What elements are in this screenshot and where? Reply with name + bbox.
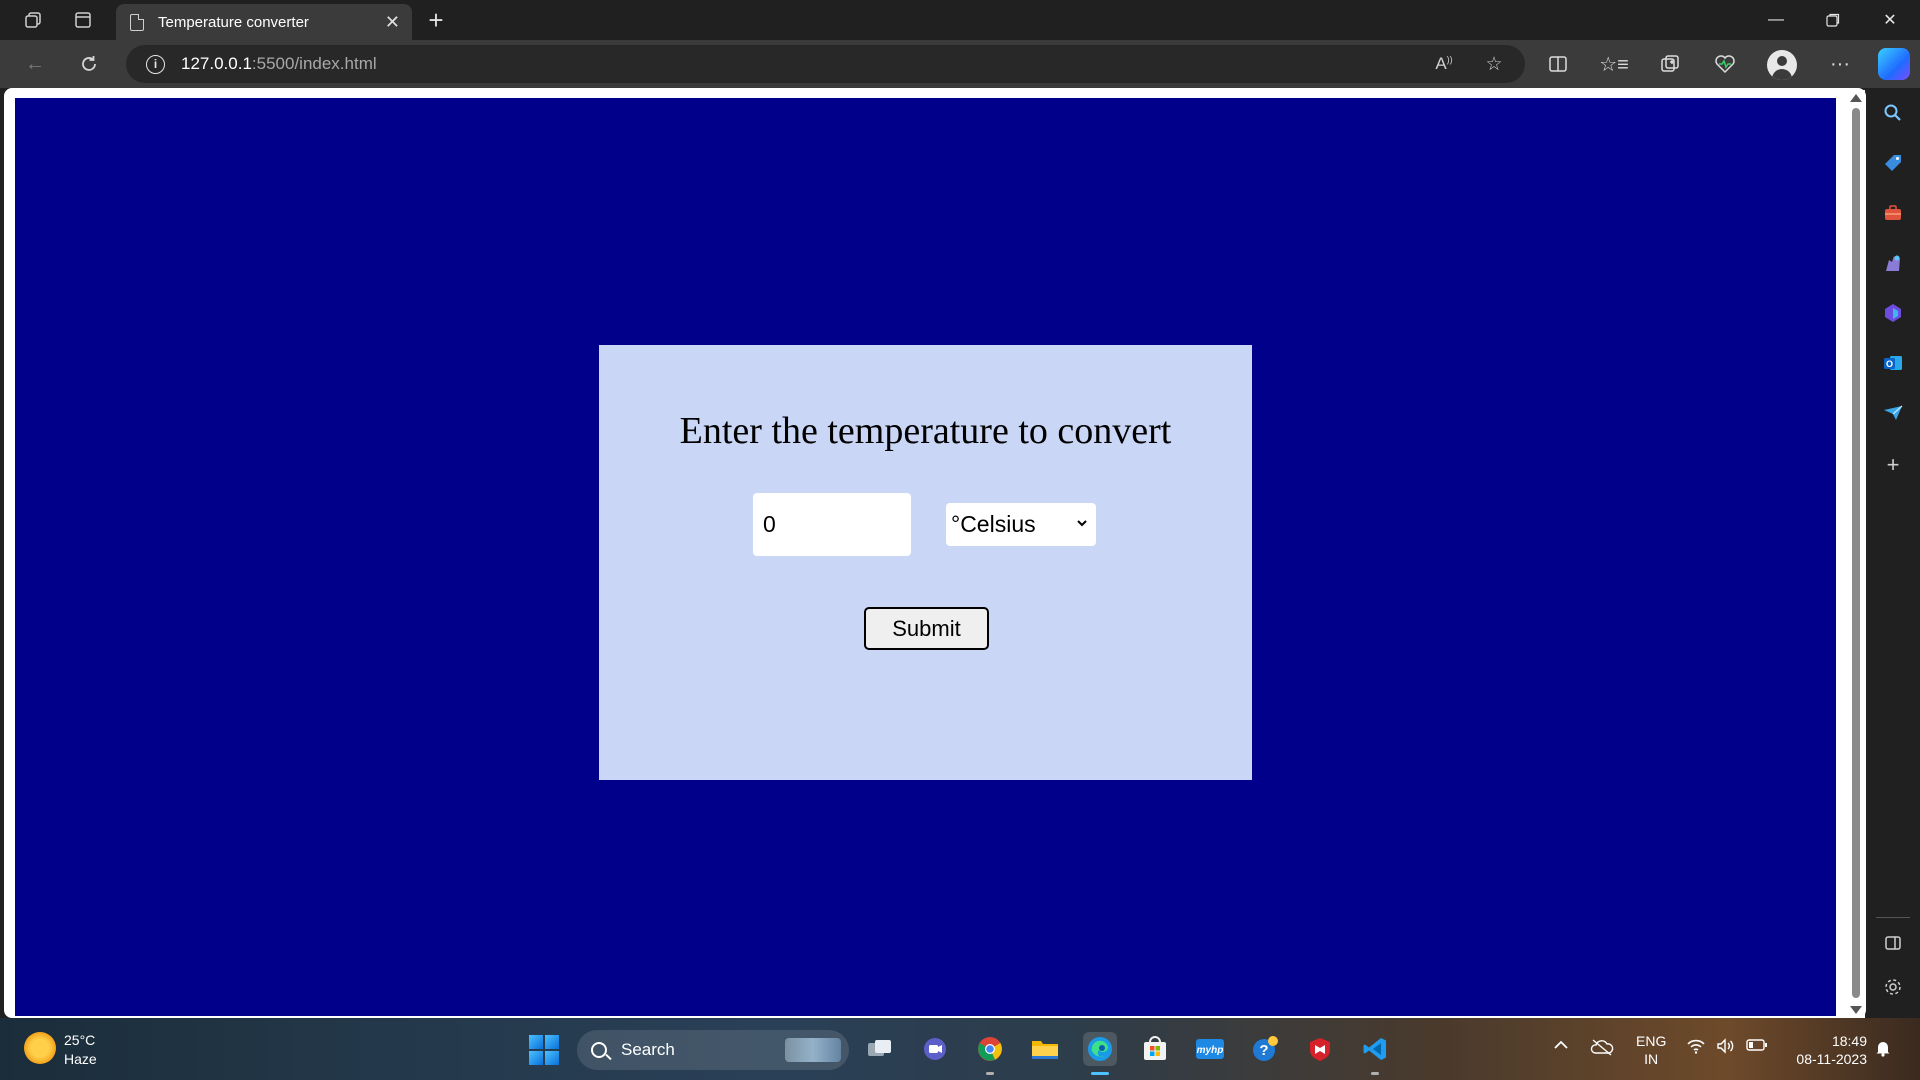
url-text[interactable]: 127.0.0.1:5500/index.html [181, 54, 377, 74]
onedrive-offline-icon[interactable] [1590, 1038, 1614, 1061]
task-view-icon[interactable] [863, 1032, 897, 1066]
svg-text:O: O [1886, 359, 1893, 369]
read-aloud-icon[interactable]: A)) [1427, 46, 1461, 82]
teams-chat-icon[interactable] [918, 1032, 952, 1066]
weather-temp[interactable]: 25°C [64, 1032, 95, 1048]
microsoft365-icon[interactable] [1878, 298, 1908, 328]
myhp-icon[interactable]: myhp [1193, 1032, 1227, 1066]
volume-icon[interactable] [1716, 1038, 1736, 1059]
tab-title: Temperature converter [158, 13, 309, 31]
region-code: IN [1644, 1051, 1659, 1067]
url-path: :5500/index.html [251, 54, 377, 73]
unit-selected-value: °Celsius [951, 511, 1036, 537]
weather-condition[interactable]: Haze [64, 1051, 97, 1067]
tools-icon[interactable] [1878, 198, 1908, 228]
address-bar[interactable]: i 127.0.0.1:5500/index.html [126, 45, 1525, 83]
tab-actions-icon[interactable] [68, 6, 98, 34]
page-background: Enter the temperature to convert °Celsiu… [15, 98, 1836, 1016]
active-tab[interactable]: Temperature converter ✕ [116, 4, 412, 40]
page-scrollbar[interactable] [1847, 90, 1865, 1018]
language-code: ENG [1636, 1033, 1667, 1049]
start-icon[interactable] [529, 1035, 559, 1065]
language-indicator[interactable]: ENG IN [1636, 1032, 1666, 1068]
battery-icon[interactable] [1746, 1038, 1768, 1057]
chevron-down-icon [1076, 515, 1088, 531]
copilot-icon[interactable] [1878, 48, 1910, 80]
sidebar-divider [1876, 917, 1910, 918]
clock-date: 08-11-2023 [1796, 1051, 1867, 1067]
scroll-down-icon[interactable] [1850, 1006, 1862, 1014]
restore-icon[interactable] [1805, 0, 1861, 40]
drop-icon[interactable] [1878, 398, 1908, 428]
mcafee-icon[interactable] [1303, 1032, 1337, 1066]
scrollbar-thumb[interactable] [1852, 108, 1860, 998]
weather-icon[interactable] [24, 1032, 56, 1064]
vscode-running-indicator [1371, 1072, 1379, 1075]
browser-title-bar: Temperature converter ✕ + — ✕ [0, 0, 1920, 40]
search-icon [591, 1042, 607, 1058]
taskbar-search[interactable]: Search [577, 1030, 849, 1070]
notification-bell-icon[interactable] [1875, 1039, 1891, 1062]
profile-icon[interactable] [1767, 50, 1797, 80]
back-icon[interactable]: ← [18, 48, 52, 80]
taskbar-search-label: Search [621, 1040, 675, 1059]
system-clock[interactable]: 18:49 08-11-2023 [1785, 1032, 1867, 1068]
browser-essentials-icon[interactable] [1705, 46, 1745, 82]
vscode-icon[interactable] [1358, 1032, 1392, 1066]
converter-card: Enter the temperature to convert °Celsiu… [599, 345, 1252, 780]
refresh-icon[interactable] [72, 48, 106, 80]
new-tab-icon[interactable]: + [420, 4, 452, 36]
shopping-icon[interactable] [1878, 148, 1908, 178]
clock-time: 18:49 [1831, 1033, 1867, 1049]
wifi-icon[interactable] [1686, 1038, 1706, 1059]
temperature-input[interactable] [753, 493, 911, 556]
svg-text:myhp: myhp [1197, 1045, 1224, 1056]
hide-sidebar-icon[interactable] [1878, 928, 1908, 958]
url-host: 127.0.0.1 [181, 54, 252, 73]
collections-icon[interactable] [1650, 46, 1690, 82]
info-icon[interactable]: i [146, 54, 165, 74]
close-tab-icon[interactable]: ✕ [385, 12, 400, 33]
windows-taskbar: 25°C Haze Search myhp ? ENG IN 18:49 08-… [0, 1018, 1920, 1080]
unit-select[interactable]: °Celsius [946, 503, 1096, 546]
chrome-icon[interactable] [973, 1032, 1007, 1066]
page-icon [130, 13, 144, 31]
favorites-icon[interactable]: ☆≡ [1594, 46, 1634, 82]
settings-icon[interactable] [1878, 972, 1908, 1002]
outlook-icon[interactable]: O [1878, 348, 1908, 378]
page-heading: Enter the temperature to convert [679, 410, 1172, 452]
submit-button[interactable]: Submit [864, 607, 989, 650]
svg-text:?: ? [1259, 1042, 1268, 1059]
more-icon[interactable]: ··· [1820, 46, 1860, 82]
edge-icon[interactable] [1083, 1032, 1117, 1066]
browser-toolbar: ← i 127.0.0.1:5500/index.html A)) ☆ ☆≡ ·… [0, 40, 1920, 88]
chrome-running-indicator [986, 1072, 994, 1075]
microsoft-store-icon[interactable] [1138, 1032, 1172, 1066]
search-highlight-image [785, 1038, 841, 1062]
scroll-up-icon[interactable] [1850, 94, 1862, 102]
split-screen-icon[interactable] [1538, 46, 1578, 82]
workspaces-icon[interactable] [18, 6, 48, 34]
minimize-icon[interactable]: — [1748, 0, 1804, 40]
favorite-star-icon[interactable]: ☆ [1477, 46, 1511, 82]
games-icon[interactable] [1878, 248, 1908, 278]
add-icon[interactable]: + [1878, 450, 1908, 480]
close-window-icon[interactable]: ✕ [1862, 0, 1918, 40]
show-hidden-icons-icon[interactable] [1553, 1038, 1569, 1056]
file-explorer-icon[interactable] [1028, 1032, 1062, 1066]
get-help-icon[interactable]: ? [1248, 1032, 1282, 1066]
edge-running-indicator [1091, 1072, 1109, 1075]
edge-sidebar: O + [1866, 88, 1920, 1018]
search-icon[interactable] [1878, 98, 1908, 128]
